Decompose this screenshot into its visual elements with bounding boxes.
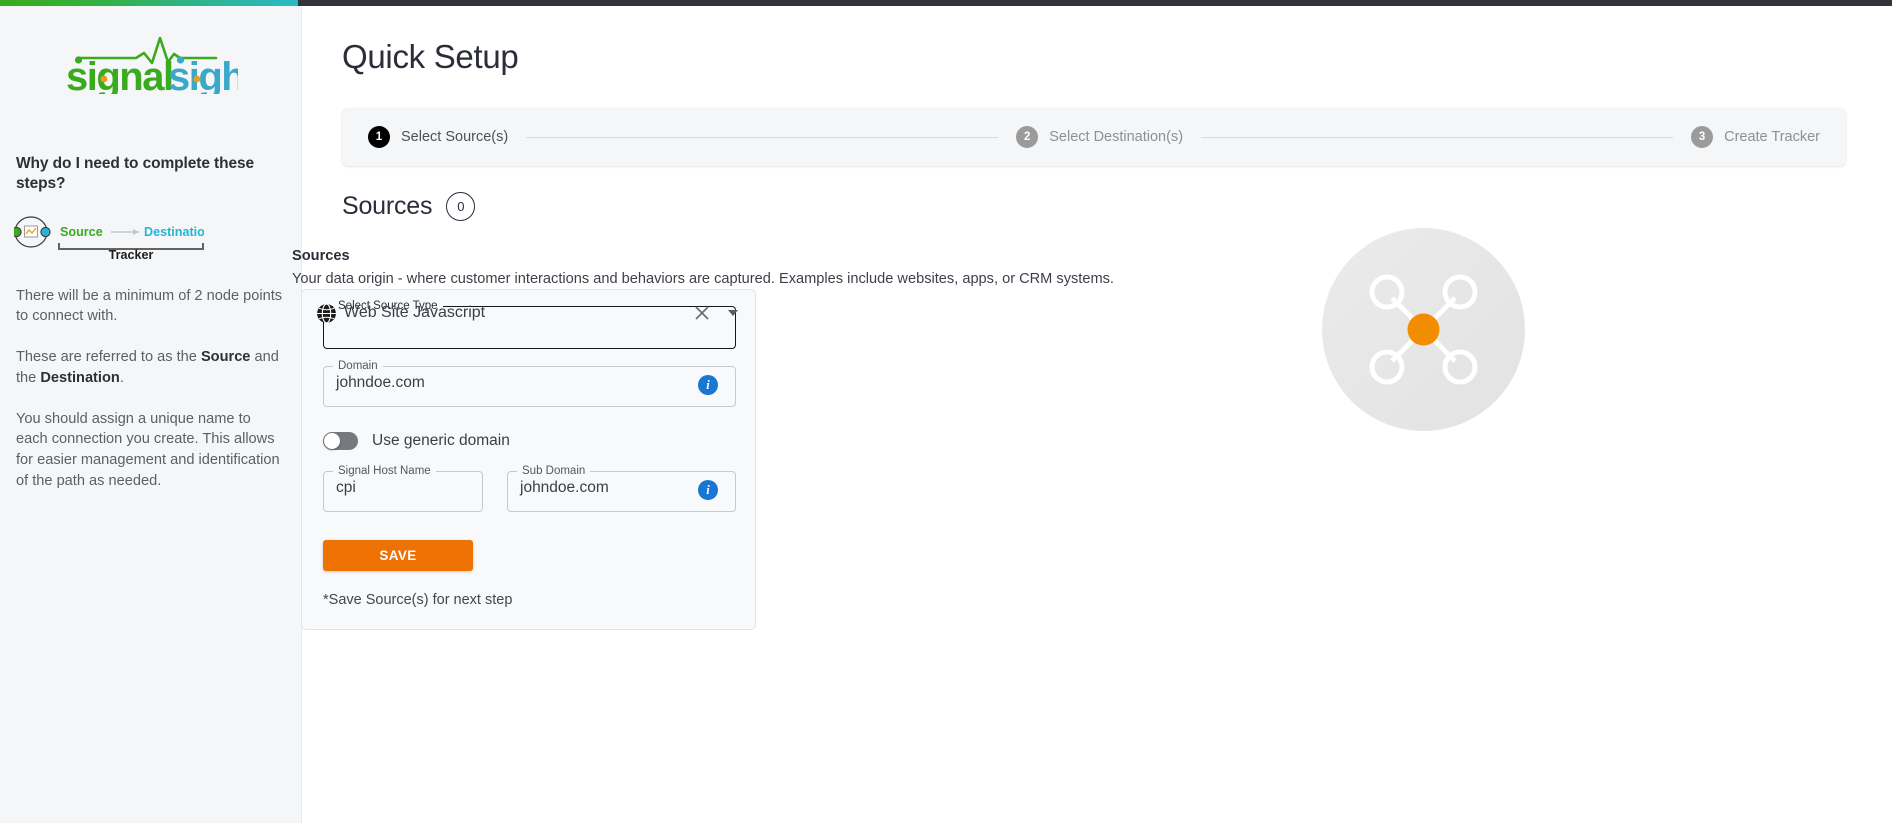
stepper-connector-2 (1201, 136, 1674, 138)
generic-domain-toggle-row[interactable]: Use generic domain (323, 432, 510, 450)
sources-description: Your data origin - where customer intera… (292, 271, 1114, 287)
svg-text:Source: Source (60, 225, 103, 239)
toggle-knob (324, 433, 340, 449)
sidebar-paragraph-1-text: There will be a minimum of 2 node points… (16, 287, 283, 325)
sidebar-paragraph-2-post: . (119, 369, 124, 386)
page-title: Quick Setup (342, 38, 519, 75)
stepper-step-2[interactable]: 2 Select Destination(s) (1016, 126, 1183, 148)
tracker-diagram-icon: Source Destination Tracker (11, 216, 213, 262)
app-root: signal sight Why do I need to complete t… (0, 0, 1892, 823)
sub-domain-value[interactable]: johndoe.com (520, 479, 609, 497)
sidebar-paragraph-3-text: You should assign a unique name to each … (16, 410, 280, 489)
domain-label: Domain (338, 360, 378, 372)
tracker-diagram: Source Destination Tracker (11, 214, 301, 262)
close-icon[interactable] (693, 304, 711, 322)
stepper-step-1-label: Select Source(s) (401, 129, 509, 145)
stepper-step-3-number: 3 (1691, 126, 1714, 148)
sub-domain-info-icon[interactable]: i (698, 480, 718, 500)
chevron-down-icon[interactable] (728, 310, 738, 316)
generic-domain-toggle-label: Use generic domain (372, 432, 510, 449)
brand-gradient-bar (0, 0, 298, 6)
stepper-step-2-number: 2 (1016, 126, 1039, 148)
stepper-step-3[interactable]: 3 Create Tracker (1691, 126, 1820, 148)
generic-domain-toggle[interactable] (323, 432, 358, 450)
window-top-bar (298, 0, 1892, 6)
svg-text:Destination: Destination (144, 225, 204, 239)
sidebar-paragraph-2-bold-source: Source (200, 349, 251, 366)
stepper-step-3-label: Create Tracker (1724, 129, 1820, 145)
signalsight-logo-icon: signal sight (66, 36, 238, 94)
source-form-card: Select Source Type Web Site Javascript D… (301, 289, 756, 630)
sources-sub-heading: Sources (292, 248, 350, 264)
source-type-value: Web Site Javascript (344, 304, 486, 321)
stepper-connector-1 (526, 136, 999, 138)
sidebar-paragraph-1: There will be a minimum of 2 node points… (16, 286, 285, 327)
sidebar-paragraph-2-pre: These are referred to as the (16, 349, 201, 366)
save-note: *Save Source(s) for next step (323, 592, 513, 608)
stepper-step-1-number: 1 (368, 126, 390, 148)
svg-text:Tracker: Tracker (109, 248, 154, 260)
domain-input-value[interactable]: johndoe.com (336, 374, 425, 392)
sources-section-header: Sources 0 (342, 192, 476, 221)
sources-count-badge: 0 (446, 192, 476, 221)
stepper-step-1[interactable]: 1 Select Source(s) (368, 126, 508, 148)
setup-stepper: 1 Select Source(s) 2 Select Destination(… (342, 108, 1846, 166)
network-illustration (1322, 228, 1525, 436)
sub-domain-label: Sub Domain (522, 465, 586, 477)
stepper-step-2-label: Select Destination(s) (1049, 129, 1184, 145)
sidebar-paragraph-3: You should assign a unique name to each … (16, 409, 285, 492)
sidebar: signal sight Why do I need to complete t… (0, 6, 302, 823)
brand-logo[interactable]: signal sight (0, 32, 301, 108)
save-button[interactable]: SAVE (323, 540, 473, 571)
sidebar-paragraph-2: These are referred to as the Source and … (16, 347, 285, 388)
domain-info-icon[interactable]: i (698, 375, 718, 395)
sidebar-paragraph-2-bold-destination: Destination (40, 369, 120, 386)
sources-title: Sources (342, 192, 433, 220)
signal-host-name-value[interactable]: cpi (336, 479, 356, 497)
sidebar-heading: Why do I need to complete these steps? (16, 155, 255, 192)
signal-host-name-label: Signal Host Name (338, 465, 431, 477)
globe-icon (317, 303, 336, 324)
network-nodes-icon (1322, 228, 1525, 431)
